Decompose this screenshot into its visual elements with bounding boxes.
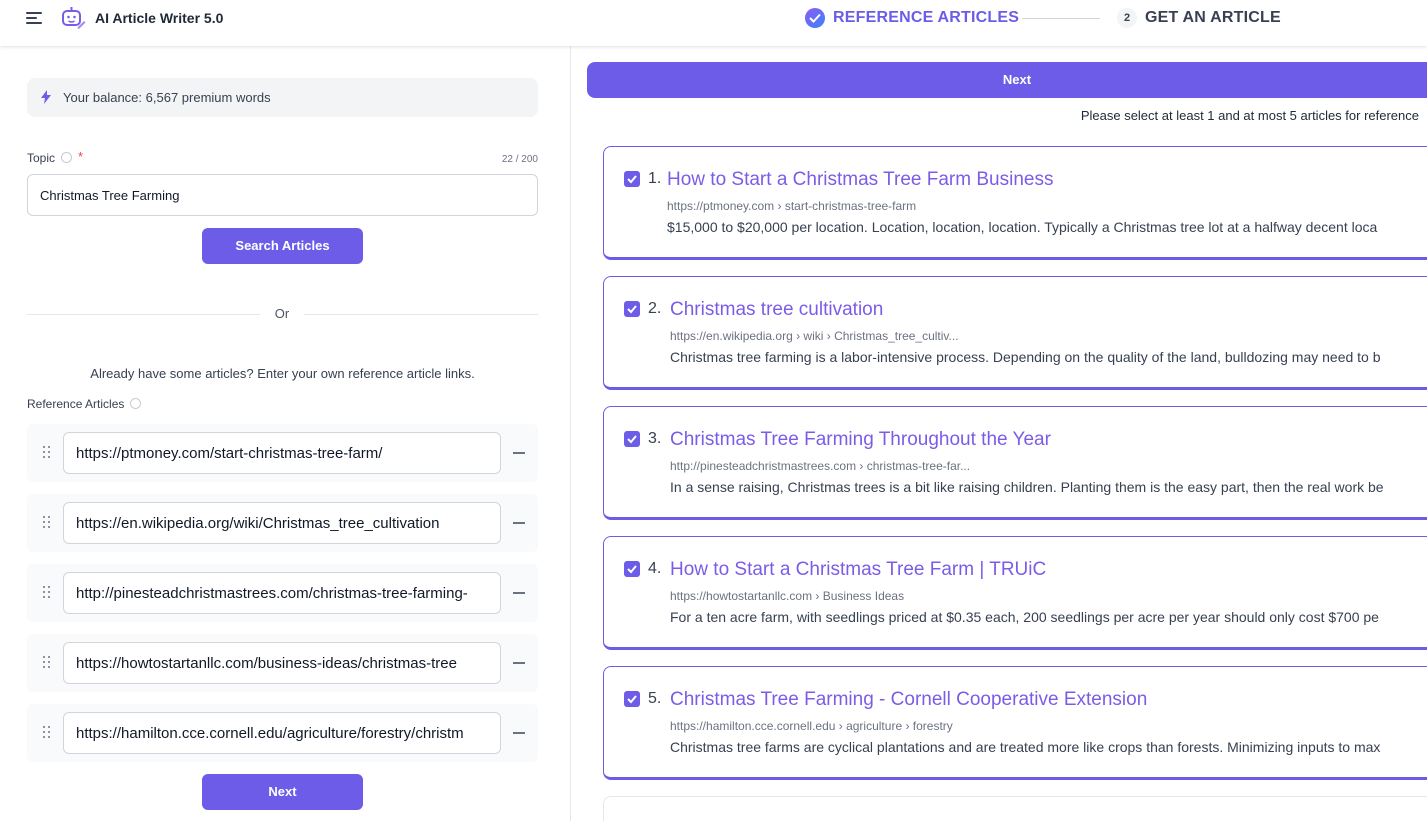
bolt-icon [41,90,51,104]
minus-icon[interactable] [513,724,527,742]
reference-row [27,564,538,622]
reference-row [27,494,538,552]
article-url: https://hamilton.cce.cornell.edu › agric… [670,719,953,733]
article-card-partial [603,796,1427,821]
step-connector [1022,18,1100,19]
article-title-link[interactable]: Christmas tree cultivation [670,299,883,321]
next-button-top[interactable]: Next [587,62,1427,98]
reference-row [27,704,538,762]
checkbox-checked-icon[interactable] [624,431,640,447]
minus-icon[interactable] [513,654,527,672]
article-card: 1. How to Start a Christmas Tree Farm Bu… [603,146,1427,260]
article-url: https://en.wikipedia.org › wiki › Christ… [670,329,959,343]
article-card: 3. Christmas Tree Farming Throughout the… [603,406,1427,520]
step-reference-articles: REFERENCE ARTICLES [833,9,1020,26]
article-url: https://howtostartanllc.com › Business I… [670,589,905,603]
reference-url-input[interactable] [63,432,501,474]
robot-logo-icon [62,7,86,29]
right-panel: Next Please select at least 1 and at mos… [571,46,1427,821]
article-title-link[interactable]: Christmas Tree Farming - Cornell Coopera… [670,689,1147,711]
reference-url-input[interactable] [63,502,501,544]
info-icon[interactable] [130,398,141,409]
step-2-number: 2 [1117,8,1137,28]
article-title-link[interactable]: How to Start a Christmas Tree Farm | TRU… [670,559,1046,581]
top-header: AI Article Writer 5.0 REFERENCE ARTICLES… [0,0,1427,46]
topic-label: Topic [27,151,56,165]
required-mark: * [78,149,84,164]
reference-articles-label: Reference Articles [27,397,125,411]
search-articles-button[interactable]: Search Articles [202,228,363,264]
article-card: 5. Christmas Tree Farming - Cornell Coop… [603,666,1427,780]
topic-input[interactable] [27,174,538,216]
article-number: 5. [648,690,662,707]
article-card: 4. How to Start a Christmas Tree Farm | … [603,536,1427,650]
topic-char-count: 22 / 200 [501,154,538,165]
drag-handle-icon[interactable] [43,656,53,670]
reference-row [27,634,538,692]
minus-icon[interactable] [513,584,527,602]
left-panel: Your balance: 6,567 premium words Topic … [0,46,571,821]
selection-hint: Please select at least 1 and at most 5 a… [1080,108,1419,123]
drag-handle-icon[interactable] [43,726,53,740]
article-number: 2. [648,300,662,317]
balance-banner: Your balance: 6,567 premium words [27,78,538,117]
reference-url-input[interactable] [63,712,501,754]
next-button[interactable]: Next [202,774,363,810]
app-title: AI Article Writer 5.0 [95,10,224,26]
article-number: 1. [648,170,662,187]
own-links-prompt: Already have some articles? Enter your o… [90,366,475,381]
article-card: 2. Christmas tree cultivation https://en… [603,276,1427,390]
divider [27,314,260,315]
article-title-link[interactable]: How to Start a Christmas Tree Farm Busin… [667,169,1053,191]
reference-url-input[interactable] [63,642,501,684]
balance-text: Your balance: 6,567 premium words [63,90,271,105]
check-circle-icon [805,8,825,28]
article-snippet: $15,000 to $20,000 per location. Locatio… [667,219,1378,235]
article-number: 4. [648,560,662,577]
article-url: https://ptmoney.com › start-christmas-tr… [667,199,917,213]
drag-handle-icon[interactable] [43,586,53,600]
article-number: 3. [648,430,662,447]
reference-row [27,424,538,482]
checkbox-checked-icon[interactable] [624,561,640,577]
checkbox-checked-icon[interactable] [624,301,640,317]
drag-handle-icon[interactable] [43,446,53,460]
checkbox-checked-icon[interactable] [624,691,640,707]
article-url: http://pinesteadchristmastrees.com › chr… [670,459,971,473]
or-separator: Or [274,306,290,321]
menu-icon[interactable] [26,11,44,25]
step-get-an-article: GET AN ARTICLE [1145,9,1281,26]
reference-url-input[interactable] [63,572,501,614]
minus-icon[interactable] [513,514,527,532]
info-icon[interactable] [61,152,72,163]
article-snippet: For a ten acre farm, with seedlings pric… [670,609,1379,625]
checkbox-checked-icon[interactable] [624,171,640,187]
drag-handle-icon[interactable] [43,516,53,530]
article-snippet: Christmas tree farms are cyclical planta… [670,739,1381,755]
divider [304,314,538,315]
article-title-link[interactable]: Christmas Tree Farming Throughout the Ye… [670,429,1051,451]
article-snippet: In a sense raising, Christmas trees is a… [670,479,1384,495]
article-snippet: Christmas tree farming is a labor-intens… [670,349,1381,365]
minus-icon[interactable] [513,444,527,462]
